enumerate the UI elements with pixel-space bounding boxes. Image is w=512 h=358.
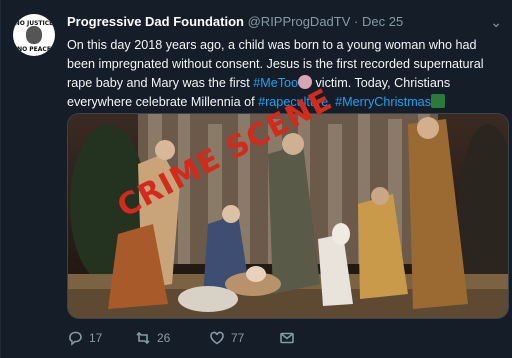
direct-message-button[interactable]	[279, 330, 295, 346]
hashtag-metoo[interactable]: #MeToo	[253, 76, 298, 90]
avatar-text-bottom: NO PEACE	[17, 46, 51, 53]
reply-count: 17	[89, 331, 103, 345]
mail-icon	[279, 330, 295, 346]
retweet-count: 26	[157, 331, 171, 345]
chevron-down-icon[interactable]: ⌄	[490, 14, 502, 31]
heart-icon	[209, 330, 225, 346]
separator-dot: ·	[354, 14, 359, 29]
avatar-face	[26, 26, 42, 44]
tweet-header: Progressive Dad Foundation @RIPProgDadTV…	[67, 14, 482, 29]
reply-icon	[67, 330, 83, 346]
avatar[interactable]: NO JUSTICE NO PEACE	[13, 14, 55, 56]
tweet-card[interactable]: NO JUSTICE NO PEACE Progressive Dad Foun…	[0, 0, 512, 358]
emoji-gift-icon	[431, 94, 445, 108]
retweet-button[interactable]: 26	[135, 330, 170, 346]
author-handle[interactable]: @RIPProgDadTV	[248, 14, 351, 29]
retweet-icon	[135, 330, 151, 346]
like-count: 77	[231, 331, 245, 345]
emoji-face-icon	[298, 75, 313, 89]
reply-button[interactable]: 17	[67, 330, 102, 346]
like-button[interactable]: 77	[209, 330, 244, 346]
author-name[interactable]: Progressive Dad Foundation	[67, 14, 244, 29]
tweet-date[interactable]: Dec 25	[362, 14, 403, 29]
